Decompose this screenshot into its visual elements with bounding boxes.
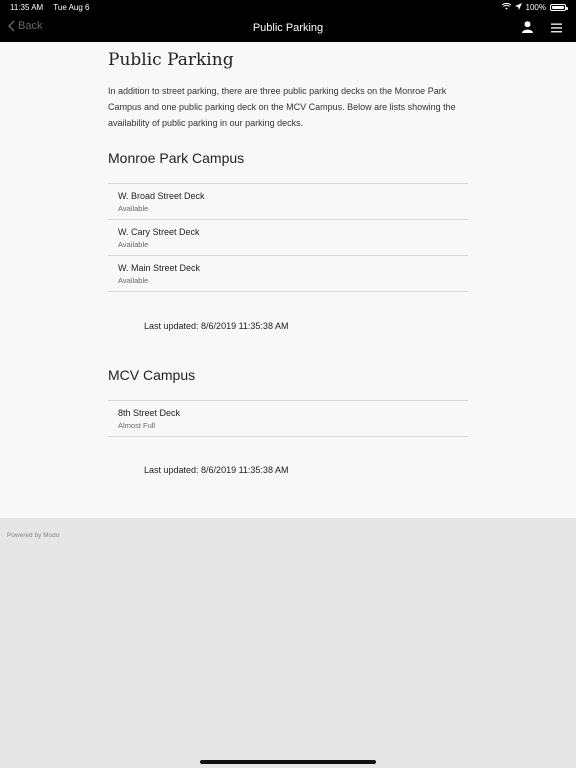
mcv-deck-list: 8th Street Deck Almost Full (108, 400, 468, 437)
deck-status: Available (118, 276, 149, 285)
home-indicator[interactable] (200, 760, 376, 764)
section-title-monroe: Monroe Park Campus (108, 150, 245, 166)
intro-text: In addition to street parking, there are… (108, 86, 456, 128)
deck-status: Available (118, 204, 149, 213)
nav-bar: Back Public Parking (0, 14, 576, 42)
wifi-icon (501, 2, 511, 12)
deck-status: Almost Full (118, 421, 156, 430)
battery-icon (550, 4, 568, 11)
menu-icon[interactable] (551, 20, 562, 38)
nav-title: Public Parking (252, 22, 324, 34)
status-time: 11:35 AM (10, 3, 44, 12)
last-updated-mcv: Last updated: 8/6/2019 11:35:38 AM (144, 465, 289, 475)
monroe-deck-list: W. Broad Street Deck Available W. Cary S… (108, 183, 468, 292)
status-date: Tue Aug 6 (53, 3, 90, 12)
last-updated-monroe: Last updated: 8/6/2019 11:35:38 AM (144, 321, 289, 331)
battery-percent: 100% (525, 3, 546, 12)
list-item[interactable]: W. Broad Street Deck Available (108, 184, 468, 220)
deck-name: W. Broad Street Deck (118, 191, 205, 201)
page-title: Public Parking (108, 50, 234, 70)
list-item[interactable]: 8th Street Deck Almost Full (108, 401, 468, 437)
list-item[interactable]: W. Cary Street Deck Available (108, 220, 468, 256)
section-title-mcv: MCV Campus (108, 367, 196, 383)
powered-by-link[interactable]: Powered by Modo (7, 532, 59, 539)
list-item[interactable]: W. Main Street Deck Available (108, 256, 468, 292)
user-icon[interactable] (522, 20, 533, 38)
deck-name: 8th Street Deck (118, 408, 181, 418)
deck-name: W. Main Street Deck (118, 263, 201, 273)
deck-name: W. Cary Street Deck (118, 227, 200, 237)
status-bar: 11:35 AM Tue Aug 6 100% (0, 0, 576, 14)
deck-status: Available (118, 240, 149, 249)
location-arrow-icon (514, 3, 522, 12)
main-content: Public Parking In addition to street par… (0, 42, 576, 518)
